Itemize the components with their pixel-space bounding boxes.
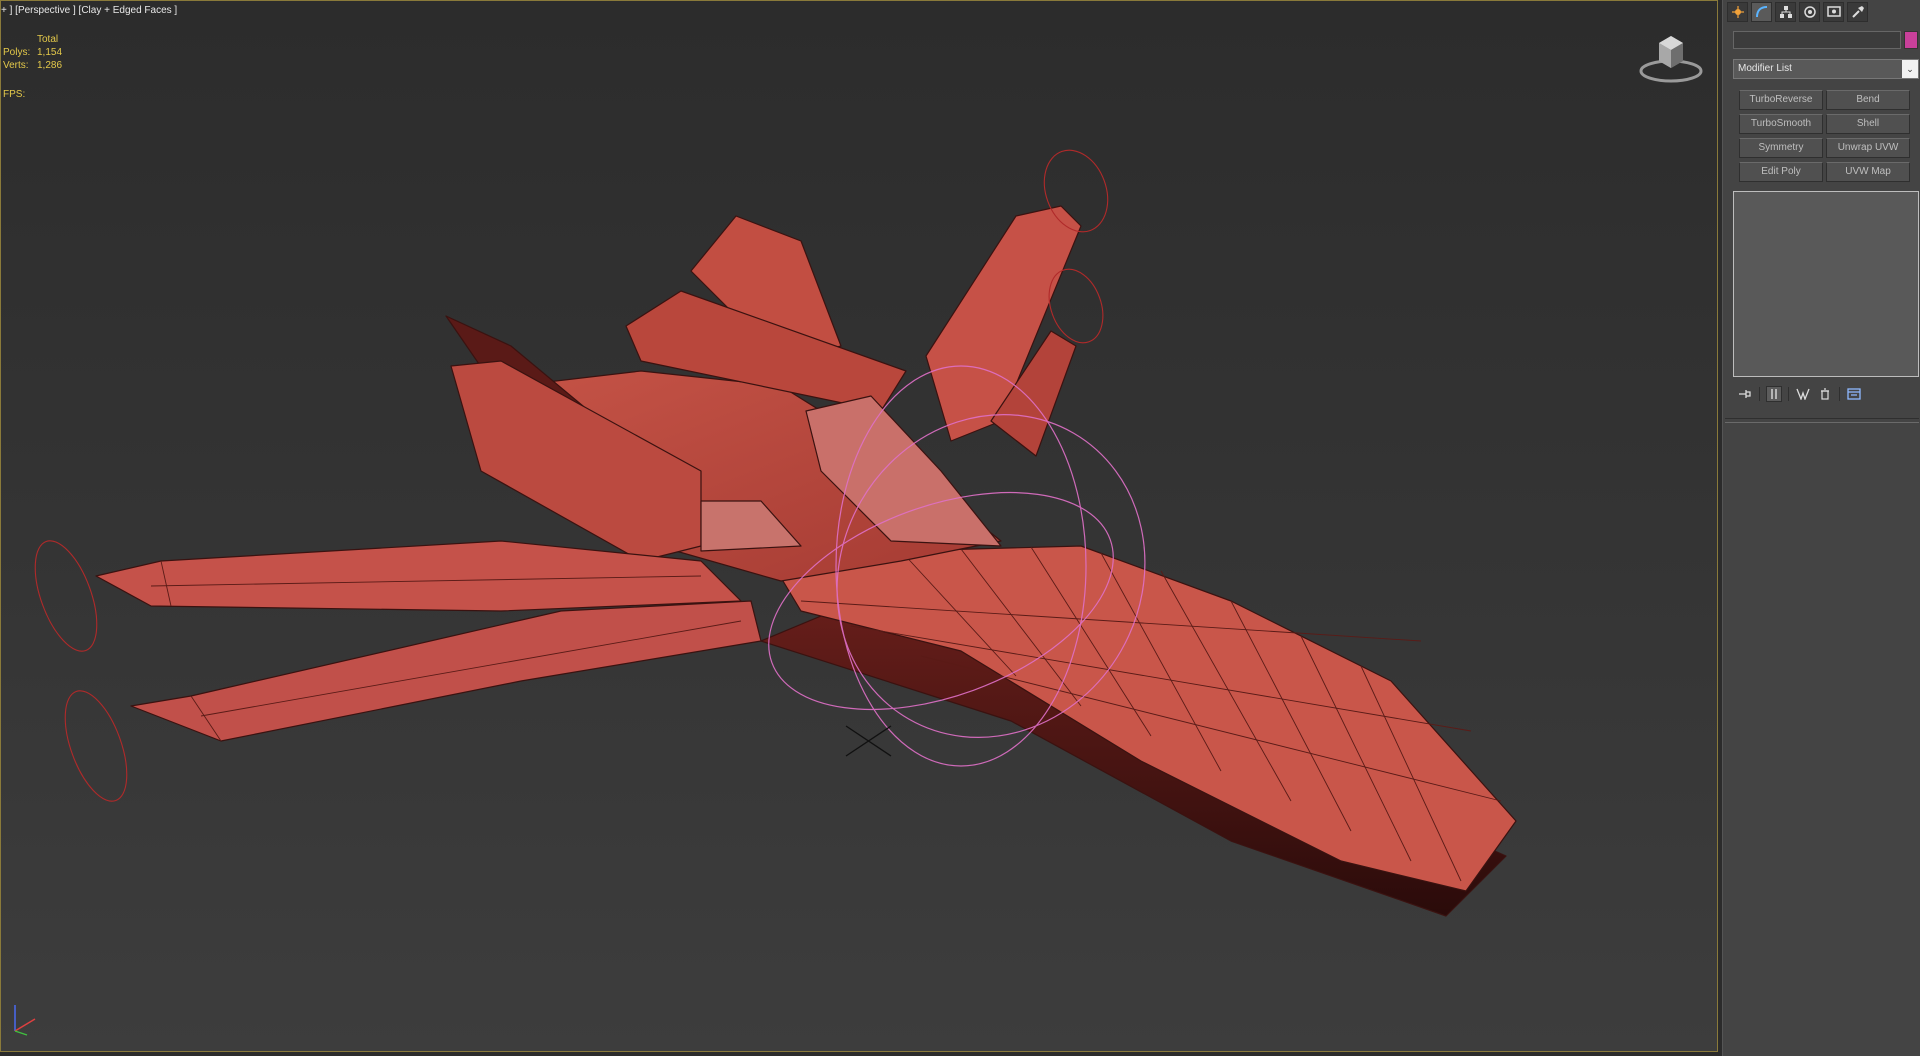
modifier-list-dropdown[interactable]: Modifier List ⌄ xyxy=(1733,59,1919,79)
verts-label: Verts: xyxy=(3,60,29,71)
viewport-label[interactable]: + ] [Perspective ] [Clay + Edged Faces ] xyxy=(1,5,177,16)
utilities-tab-icon[interactable] xyxy=(1847,2,1868,22)
object-color-swatch[interactable] xyxy=(1904,31,1918,49)
pivot-cross xyxy=(845,725,892,757)
nose-cone xyxy=(770,545,1517,892)
command-panel: Modifier List ⌄ TurboReverse Bend TurboS… xyxy=(1722,0,1920,1056)
stats-header: Total xyxy=(37,34,59,45)
chevron-down-icon[interactable]: ⌄ xyxy=(1902,60,1918,78)
left-wing-lower xyxy=(130,600,762,742)
command-panel-tabs xyxy=(1727,2,1868,22)
viewcube-icon[interactable] xyxy=(1637,25,1705,89)
polys-label: Polys: xyxy=(3,47,31,58)
modifier-stack-list[interactable] xyxy=(1733,191,1919,377)
motion-tab-icon[interactable] xyxy=(1799,2,1820,22)
perspective-viewport[interactable]: + ] [Perspective ] [Clay + Edged Faces ]… xyxy=(0,0,1718,1052)
hierarchy-tab-icon[interactable] xyxy=(1775,2,1796,22)
modifier-stack-toolbar xyxy=(1737,386,1862,402)
statistics-overlay: Total Polys: 1,154 Verts: 1,286 FPS: xyxy=(3,33,62,101)
bend-button[interactable]: Bend xyxy=(1826,90,1910,110)
edit-poly-button[interactable]: Edit Poly xyxy=(1739,162,1823,182)
configure-modifier-sets-icon[interactable] xyxy=(1846,386,1862,402)
modifier-buttons: TurboReverse Bend TurboSmooth Shell Symm… xyxy=(1739,90,1910,182)
create-tab-icon[interactable] xyxy=(1727,2,1748,22)
modifier-list-label: Modifier List xyxy=(1738,63,1792,74)
toolbar-divider xyxy=(1788,387,1789,401)
verts-value: 1,286 xyxy=(37,60,63,71)
toolbar-divider xyxy=(1839,387,1840,401)
pin-stack-icon[interactable] xyxy=(1737,386,1753,402)
make-unique-icon[interactable] xyxy=(1795,386,1811,402)
turboreverse-button[interactable]: TurboReverse xyxy=(1739,90,1823,110)
spaceship-model[interactable] xyxy=(95,205,1517,917)
display-tab-icon[interactable] xyxy=(1823,2,1844,22)
scene-canvas[interactable] xyxy=(1,1,1718,1052)
turbosmooth-button[interactable]: TurboSmooth xyxy=(1739,114,1823,134)
object-name-input[interactable] xyxy=(1733,31,1901,49)
polys-value: 1,154 xyxy=(37,47,63,58)
symmetry-button[interactable]: Symmetry xyxy=(1739,138,1823,158)
uvw-map-button[interactable]: UVW Map xyxy=(1826,162,1910,182)
panel-divider xyxy=(1725,418,1919,423)
show-end-result-icon[interactable] xyxy=(1766,386,1782,402)
toolbar-divider xyxy=(1759,387,1760,401)
unwrap-uvw-button[interactable]: Unwrap UVW xyxy=(1826,138,1910,158)
fps-label: FPS: xyxy=(3,89,26,100)
remove-modifier-icon[interactable] xyxy=(1817,386,1833,402)
modify-tab-icon[interactable] xyxy=(1751,2,1772,22)
axis-tripod-icon xyxy=(14,1005,36,1036)
shell-button[interactable]: Shell xyxy=(1826,114,1910,134)
